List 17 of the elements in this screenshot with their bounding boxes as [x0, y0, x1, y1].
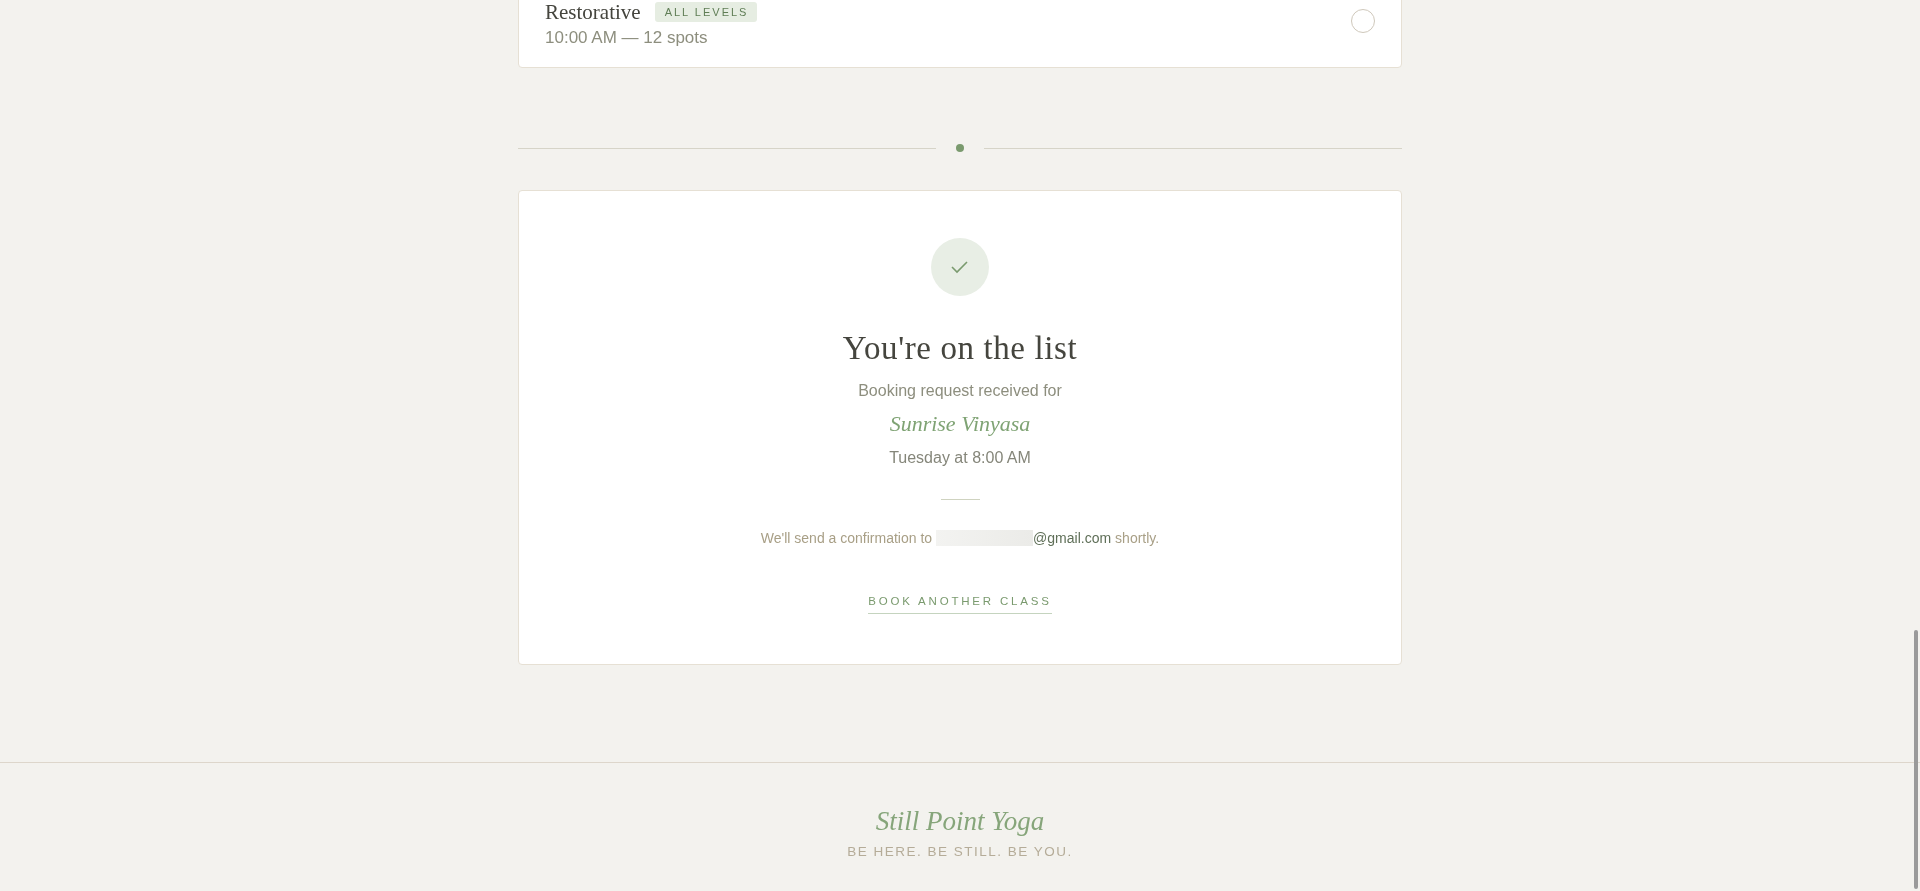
scrollbar-thumb[interactable]: [1914, 630, 1918, 889]
confirmation-text: We'll send a confirmation to: [760, 529, 933, 548]
class-name: Sunrise Vinyasa: [889, 410, 1031, 438]
radio-button[interactable]: [1351, 9, 1375, 33]
booking-text: Booking request received for: [858, 381, 1062, 401]
class-time: Tuesday at 8:00 AM: [889, 448, 1031, 468]
check-icon: [931, 238, 989, 296]
confirmation-text: shortly.: [1115, 529, 1160, 548]
class-name: Restorative: [545, 0, 641, 25]
email-address: @gmail.com: [1033, 529, 1112, 548]
class-details: 10:00 AM — 12 spots: [545, 27, 708, 49]
tagline: BE HERE. BE STILL. BE YOU.: [847, 843, 1073, 861]
book-another-class-link[interactable]: BOOK ANOTHER CLASS: [868, 593, 1052, 614]
confirmation-title: You're on the list: [842, 329, 1078, 368]
brand-name: Still Point Yoga: [875, 805, 1045, 838]
dot-icon: [956, 144, 964, 152]
level-badge: ALL LEVELS: [654, 2, 758, 22]
